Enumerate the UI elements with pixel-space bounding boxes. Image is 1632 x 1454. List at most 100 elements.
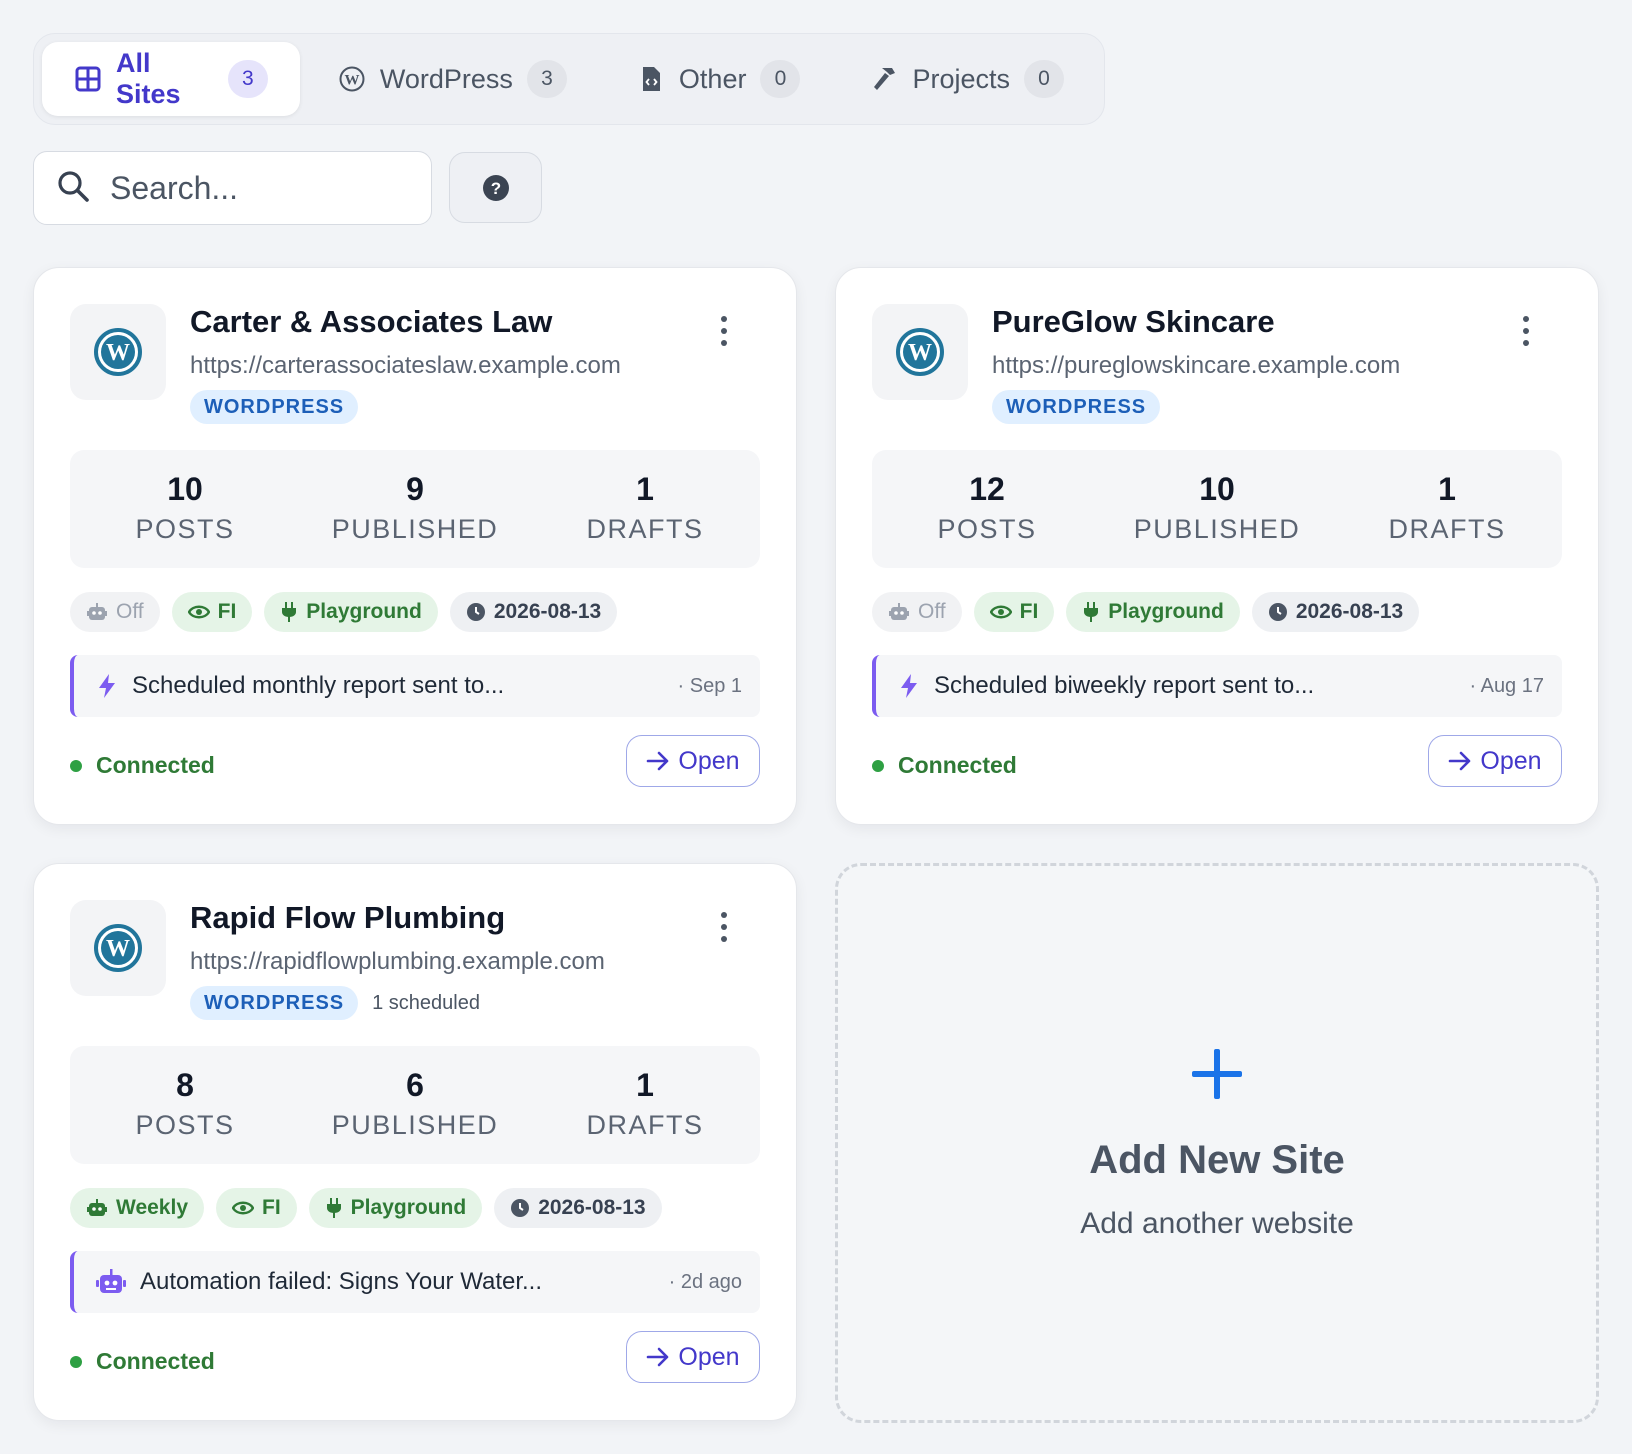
eye-icon bbox=[989, 605, 1012, 619]
robot-icon bbox=[87, 1199, 107, 1216]
tab-other[interactable]: Other 0 bbox=[605, 42, 833, 116]
stat-published: 6 PUBLISHED bbox=[331, 1067, 499, 1140]
file-code-icon bbox=[637, 65, 665, 93]
eye-icon bbox=[187, 605, 210, 619]
tab-label: All Sites bbox=[116, 48, 181, 109]
stat-drafts: 1 DRAFTS bbox=[1388, 471, 1506, 544]
question-circle-icon: ? bbox=[482, 174, 509, 201]
site-logo: W bbox=[872, 304, 968, 400]
stat-published: 9 PUBLISHED bbox=[331, 471, 499, 544]
arrow-right-icon bbox=[647, 1347, 669, 1367]
add-site-subtitle: Add another website bbox=[1080, 1206, 1354, 1240]
tab-projects[interactable]: Projects 0 bbox=[838, 42, 1096, 116]
activity-text: Scheduled biweekly report sent to... bbox=[934, 672, 1315, 699]
open-button[interactable]: Open bbox=[626, 1331, 760, 1383]
plug-icon bbox=[282, 602, 297, 622]
fi-pill: FI bbox=[216, 1188, 297, 1228]
site-card: W PureGlow Skincare https://pureglowskin… bbox=[835, 267, 1599, 825]
arrow-right-icon bbox=[1449, 751, 1471, 771]
stat-drafts: 1 DRAFTS bbox=[586, 1067, 704, 1140]
site-badges: WORDPRESS 1 scheduled bbox=[190, 986, 480, 1020]
more-options-icon[interactable] bbox=[1514, 316, 1538, 346]
date-pill: 2026-08-13 bbox=[449, 592, 618, 632]
site-url[interactable]: https://carterassociateslaw.example.com bbox=[190, 352, 621, 380]
site-pills: Weekly FI Playground 2026-08-13 bbox=[70, 1188, 662, 1228]
site-type-badge: WORDPRESS bbox=[190, 986, 359, 1020]
activity-item[interactable]: Automation failed: Signs Your Water... ·… bbox=[70, 1251, 760, 1313]
stat-published: 10 PUBLISHED bbox=[1133, 471, 1301, 544]
playground-pill: Playground bbox=[264, 592, 438, 632]
automation-pill: Off bbox=[872, 592, 962, 632]
site-url[interactable]: https://pureglowskincare.example.com bbox=[992, 352, 1400, 380]
activity-item[interactable]: Scheduled monthly report sent to... · Se… bbox=[70, 655, 760, 717]
stat-drafts: 1 DRAFTS bbox=[586, 471, 704, 544]
more-options-icon[interactable] bbox=[712, 912, 736, 942]
arrow-right-icon bbox=[647, 751, 669, 771]
search-input[interactable] bbox=[110, 169, 400, 207]
status-dot bbox=[70, 1355, 82, 1368]
svg-text:W: W bbox=[344, 73, 359, 89]
add-new-site-card[interactable]: Add New Site Add another website bbox=[835, 863, 1599, 1423]
date-pill: 2026-08-13 bbox=[494, 1188, 662, 1228]
clock-icon bbox=[511, 1199, 530, 1217]
automation-pill: Weekly bbox=[70, 1188, 204, 1228]
robot-icon bbox=[87, 603, 107, 620]
site-badges: WORDPRESS bbox=[992, 390, 1161, 424]
activity-time: · 2d ago bbox=[668, 1270, 742, 1293]
fi-pill: FI bbox=[973, 592, 1055, 632]
tab-label: Other bbox=[678, 63, 747, 94]
scheduled-count: 1 scheduled bbox=[372, 991, 480, 1014]
activity-time: · Aug 17 bbox=[1469, 674, 1544, 697]
tab-count: 0 bbox=[760, 60, 801, 98]
site-type-badge: WORDPRESS bbox=[190, 390, 359, 424]
stat-posts: 12 POSTS bbox=[937, 471, 1037, 544]
more-options-icon[interactable] bbox=[712, 316, 736, 346]
tab-wordpress[interactable]: W WordPress 3 bbox=[306, 42, 599, 116]
site-stats: 12 POSTS 10 PUBLISHED 1 DRAFTS bbox=[872, 450, 1562, 568]
activity-text: Automation failed: Signs Your Water... bbox=[140, 1268, 543, 1295]
site-url[interactable]: https://rapidflowplumbing.example.com bbox=[190, 948, 605, 976]
playground-pill: Playground bbox=[308, 1188, 483, 1228]
open-button[interactable]: Open bbox=[1428, 735, 1562, 787]
wordpress-icon: W bbox=[338, 65, 366, 93]
site-name: Carter & Associates Law bbox=[190, 304, 553, 339]
tab-count: 3 bbox=[227, 60, 268, 98]
site-name: Rapid Flow Plumbing bbox=[190, 900, 506, 935]
eye-icon bbox=[232, 1201, 254, 1215]
bolt-icon bbox=[901, 674, 917, 698]
plug-icon bbox=[326, 1198, 341, 1218]
date-pill: 2026-08-13 bbox=[1251, 592, 1420, 632]
site-pills: Off FI Playground 2026-08-13 bbox=[70, 592, 618, 632]
tab-all-sites[interactable]: All Sites 3 bbox=[42, 42, 300, 116]
robot-icon bbox=[889, 603, 909, 620]
tab-count: 0 bbox=[1024, 60, 1064, 98]
site-type-badge: WORDPRESS bbox=[992, 390, 1161, 424]
playground-pill: Playground bbox=[1066, 592, 1240, 632]
tab-label: Projects bbox=[912, 63, 1010, 94]
connection-status: Connected bbox=[70, 1348, 215, 1375]
status-dot bbox=[872, 759, 884, 772]
svg-text:W: W bbox=[908, 340, 932, 366]
site-pills: Off FI Playground 2026-08-13 bbox=[872, 592, 1420, 632]
wordpress-logo-icon: W bbox=[94, 328, 142, 376]
connection-status: Connected bbox=[70, 752, 215, 779]
plug-icon bbox=[1084, 602, 1099, 622]
clock-icon bbox=[1268, 603, 1287, 621]
site-filter-tabs: All Sites 3 W WordPress 3 Other 0 Projec… bbox=[33, 33, 1105, 125]
site-stats: 8 POSTS 6 PUBLISHED 1 DRAFTS bbox=[70, 1046, 760, 1164]
search-icon bbox=[56, 169, 90, 208]
svg-text:W: W bbox=[106, 340, 130, 366]
activity-item[interactable]: Scheduled biweekly report sent to... · A… bbox=[872, 655, 1562, 717]
help-button[interactable]: ? bbox=[449, 152, 542, 223]
search-box bbox=[33, 151, 432, 225]
status-dot bbox=[70, 759, 82, 772]
automation-pill: Off bbox=[70, 592, 160, 632]
bolt-icon bbox=[99, 674, 115, 698]
add-site-title: Add New Site bbox=[1089, 1137, 1345, 1182]
tab-label: WordPress bbox=[379, 63, 513, 94]
open-button[interactable]: Open bbox=[626, 735, 760, 787]
site-card: W Carter & Associates Law https://carter… bbox=[33, 267, 797, 825]
site-stats: 10 POSTS 9 PUBLISHED 1 DRAFTS bbox=[70, 450, 760, 568]
connection-status: Connected bbox=[872, 752, 1017, 779]
site-logo: W bbox=[70, 900, 166, 996]
